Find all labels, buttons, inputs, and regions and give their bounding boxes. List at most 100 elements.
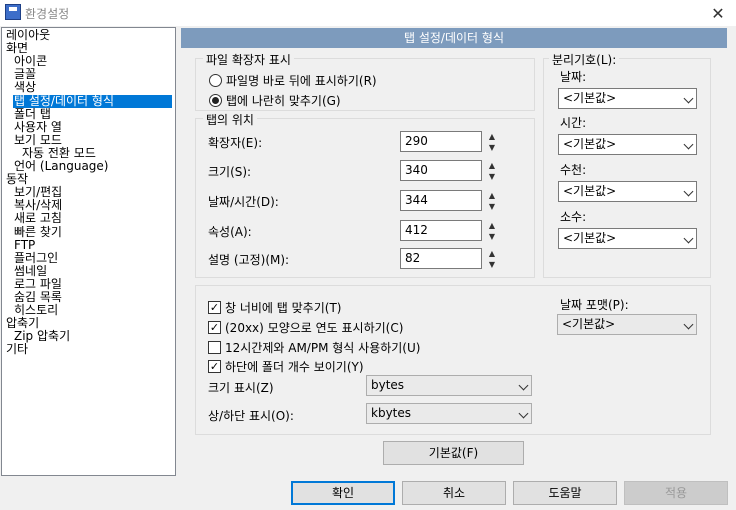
status-display-select[interactable]: kbytes <box>366 403 532 424</box>
tree-item[interactable]: 사용자 열 <box>14 120 62 134</box>
size-display-select[interactable]: bytes <box>366 375 532 396</box>
tab-position-input[interactable]: 82 <box>400 248 482 269</box>
app-icon <box>5 4 21 20</box>
tree-item[interactable]: 언어 (Language) <box>14 160 108 173</box>
tree-item[interactable]: 자동 전환 모드 <box>22 146 96 160</box>
chevron-down-icon <box>683 139 694 150</box>
defaults-button[interactable]: 기본값(F) <box>383 441 524 465</box>
ok-button[interactable]: 확인 <box>291 481 395 505</box>
close-button[interactable]: ✕ <box>700 0 736 26</box>
tab-position-label: 크기(S): <box>208 165 252 179</box>
tree-item[interactable]: 폴더 탭 <box>14 107 51 121</box>
cancel-button[interactable]: 취소 <box>402 481 506 505</box>
chevron-down-icon <box>683 93 694 104</box>
checkbox[interactable]: ✓ <box>208 360 221 373</box>
tree-item[interactable]: 썸네일 <box>14 264 47 278</box>
extension-display-title: 파일 확장자 표시 <box>203 51 294 68</box>
tab-position-input[interactable]: 344 <box>400 190 482 211</box>
radio-after-filename[interactable]: 파일명 바로 뒤에 표시하기(R) <box>209 72 377 89</box>
separator-select[interactable]: <기본값> <box>558 181 697 202</box>
tree-item[interactable]: 보기/편집 <box>14 186 62 199</box>
date-format-select[interactable]: <기본값> <box>557 314 697 335</box>
tree-item[interactable]: 탭 설정/데이터 형식 <box>13 94 172 108</box>
tab-position-title: 탭의 위치 <box>203 111 257 128</box>
separator-value: <기본값> <box>563 137 617 151</box>
tree-item[interactable]: 색상 <box>14 81 36 94</box>
date-format-label: 날짜 포맷(P): <box>560 298 629 312</box>
tree-item[interactable]: 보기 모드 <box>14 133 62 147</box>
apply-button[interactable]: 적용 <box>624 481 728 505</box>
tree-item[interactable]: FTP <box>14 238 35 252</box>
separator-label: 날짜: <box>560 70 587 84</box>
date-format-value: <기본값> <box>562 317 616 331</box>
separator-label: 소수: <box>560 210 587 224</box>
tree-item[interactable]: 빠른 찾기 <box>14 225 62 239</box>
radio-after-filename-label: 파일명 바로 뒤에 표시하기(R) <box>226 74 377 88</box>
chevron-down-icon <box>518 408 529 419</box>
checkbox-label: 하단에 폴더 개수 보이기(Y) <box>225 360 364 374</box>
tab-position-label: 설명 (고정)(M): <box>208 253 290 267</box>
tree-item[interactable]: 숨김 목록 <box>14 291 62 304</box>
chevron-down-icon <box>518 380 529 391</box>
option-checkbox-row[interactable]: ✓ (20xx) 모양으로 연도 표시하기(C) <box>208 319 403 336</box>
separator-select[interactable]: <기본값> <box>558 228 697 249</box>
radio-align-tab-control[interactable] <box>209 94 222 107</box>
separator-title: 분리기호(L): <box>549 51 620 68</box>
tree-item[interactable]: 아이콘 <box>14 55 47 68</box>
checkbox[interactable] <box>208 341 221 354</box>
help-button[interactable]: 도움말 <box>513 481 617 505</box>
window-title: 환경설정 <box>25 7 70 21</box>
spin-arrows-icon[interactable]: ▲ ▼ <box>487 191 497 211</box>
checkbox[interactable]: ✓ <box>208 301 221 314</box>
status-display-label: 상/하단 표시(O): <box>208 409 294 423</box>
radio-align-tab[interactable]: 탭에 나란히 맞추기(G) <box>209 92 341 109</box>
tab-position-input[interactable]: 290 <box>400 131 482 152</box>
separator-value: <기본값> <box>563 184 617 198</box>
tree-item[interactable]: 히스토리 <box>14 304 58 317</box>
tab-position-label: 날짜/시간(D): <box>208 195 279 209</box>
spin-arrows-icon[interactable]: ▲ ▼ <box>487 249 497 269</box>
checkbox-label: 12시간제와 AM/PM 형식 사용하기(U) <box>225 341 421 355</box>
separator-select[interactable]: <기본값> <box>558 134 697 155</box>
spin-arrows-icon[interactable]: ▲ ▼ <box>487 221 497 241</box>
spin-arrows-icon[interactable]: ▲ ▼ <box>487 161 497 181</box>
checkbox-label: 창 너비에 탭 맞추기(T) <box>225 301 342 315</box>
chevron-down-icon <box>683 319 694 330</box>
separator-select[interactable]: <기본값> <box>558 88 697 109</box>
tab-position-label: 속성(A): <box>208 225 252 239</box>
separator-value: <기본값> <box>563 91 617 105</box>
size-display-value: bytes <box>371 378 405 392</box>
chevron-down-icon <box>683 233 694 244</box>
separator-label: 시간: <box>560 116 587 130</box>
separator-value: <기본값> <box>563 231 617 245</box>
page-title: 탭 설정/데이터 형식 <box>181 28 727 48</box>
checkbox-label: (20xx) 모양으로 연도 표시하기(C) <box>225 321 404 335</box>
status-display-value: kbytes <box>371 406 412 420</box>
option-checkbox-row[interactable]: 12시간제와 AM/PM 형식 사용하기(U) <box>208 339 420 356</box>
option-checkbox-row[interactable]: ✓ 하단에 폴더 개수 보이기(Y) <box>208 358 364 375</box>
option-checkbox-row[interactable]: ✓ 창 너비에 탭 맞추기(T) <box>208 299 341 316</box>
tab-position-input[interactable]: 340 <box>400 160 482 181</box>
size-display-label: 크기 표시(Z) <box>208 381 274 395</box>
tree-item[interactable]: 동작 <box>6 173 28 186</box>
tree-item[interactable]: 새로 고침 <box>14 212 62 225</box>
title-bar: 환경설정 ✕ <box>0 0 736 26</box>
tree-item[interactable]: Zip 압축기 <box>14 330 70 343</box>
checkbox[interactable]: ✓ <box>208 321 221 334</box>
tree-item[interactable]: 글꼴 <box>14 68 36 81</box>
tab-position-label: 확장자(E): <box>208 136 263 150</box>
radio-align-tab-label: 탭에 나란히 맞추기(G) <box>226 94 341 108</box>
tree-item[interactable]: 기타 <box>6 343 28 356</box>
chevron-down-icon <box>683 186 694 197</box>
tree-item[interactable]: 복사/삭제 <box>14 199 62 212</box>
tab-position-input[interactable]: 412 <box>400 220 482 241</box>
separator-label: 수천: <box>560 163 587 177</box>
tree-item[interactable]: 압축기 <box>6 317 39 330</box>
spin-arrows-icon[interactable]: ▲ ▼ <box>487 132 497 152</box>
tree-item[interactable]: 레이아웃 <box>6 29 50 42</box>
tree-item[interactable]: 플러그인 <box>14 251 58 265</box>
radio-after-filename-control[interactable] <box>209 74 222 87</box>
settings-tree[interactable]: 레이아웃 화면 아이콘 글꼴 색상 탭 설정/데이터 형식 폴더 탭 사용자 열 보기 모드 자동… <box>1 27 176 476</box>
tree-item[interactable]: 로그 파일 <box>14 277 62 291</box>
tree-item[interactable]: 화면 <box>6 42 28 55</box>
